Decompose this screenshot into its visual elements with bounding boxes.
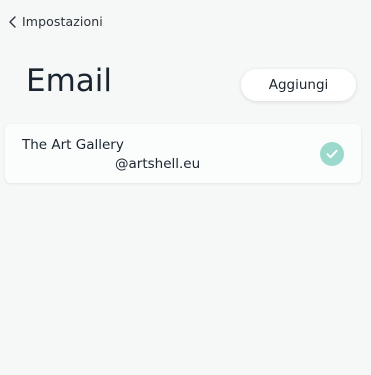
add-email-button[interactable]: Aggiungi (241, 69, 356, 101)
email-account-item[interactable]: The Art Gallery @artshell.eu (5, 124, 361, 183)
check-circle-icon (320, 142, 344, 166)
account-name: The Art Gallery (22, 137, 124, 153)
page-title: Email (26, 63, 113, 99)
chevron-left-icon (9, 15, 16, 28)
back-to-settings-link[interactable]: Impostazioni (8, 14, 103, 29)
back-link-label: Impostazioni (22, 14, 103, 29)
account-address: @artshell.eu (115, 156, 201, 172)
